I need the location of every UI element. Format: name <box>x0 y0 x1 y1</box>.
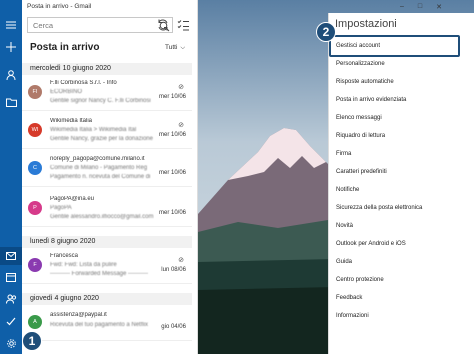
message-item[interactable]: A assistenza@paypal.it Ricevuta del tuo … <box>22 307 192 341</box>
message-subject: Ricevuta del tuo pagamento a Netflix <box>50 322 149 328</box>
folders-icon[interactable] <box>0 93 22 111</box>
settings-item-notifications[interactable]: Notifiche <box>336 187 359 193</box>
settings-item-feedback[interactable]: Feedback <box>336 295 362 301</box>
settings-item-whats-new[interactable]: Novità <box>336 223 353 229</box>
filter-dropdown[interactable]: Tutti ⌵ <box>165 44 185 52</box>
avatar: P <box>28 201 42 215</box>
avatar: WI <box>28 123 42 137</box>
accounts-icon[interactable] <box>0 66 22 84</box>
sync-icon[interactable] <box>156 18 170 32</box>
settings-item-reading-pane[interactable]: Riquadro di lettura <box>336 133 385 139</box>
message-sender: assistenza@paypal.it <box>50 312 107 318</box>
avatar: FI <box>28 85 42 99</box>
settings-item-personalization[interactable]: Personalizzazione <box>336 61 385 67</box>
avatar-initials: FI <box>32 89 38 95</box>
window-controls: – □ ✕ <box>400 0 442 13</box>
message-sender: Wikimedia Italia <box>50 118 93 124</box>
message-date: mer 10/06 <box>158 210 186 216</box>
highlight-box <box>329 35 460 57</box>
settings-item-help[interactable]: Guida <box>336 259 352 265</box>
window-title: Posta in arrivo - Gmail <box>27 3 92 10</box>
chevron-down-icon: ⌵ <box>180 45 185 51</box>
message-date: mer 10/06 <box>158 170 186 176</box>
settings-gear-icon[interactable] <box>0 334 22 352</box>
avatar: A <box>28 315 42 329</box>
maximize-icon[interactable]: □ <box>418 3 422 10</box>
avatar-initials: WI <box>31 127 39 133</box>
message-item[interactable]: F Francesca Fwd: Fwd: Lista da pulire --… <box>22 250 192 284</box>
folder-title: Posta in arrivo <box>30 42 100 53</box>
calendar-icon[interactable] <box>0 268 22 286</box>
navigation-rail <box>0 0 22 354</box>
settings-item-message-list[interactable]: Elenco messaggi <box>336 115 382 121</box>
message-sender: Francesca <box>50 253 79 259</box>
message-date: mer 10/06 <box>158 94 186 100</box>
date-header: mercoledì 10 giugno 2020 <box>22 63 192 75</box>
avatar-initials: A <box>33 319 37 325</box>
attachment-icon: ⊘ <box>178 122 184 129</box>
settings-item-trust-center[interactable]: Centro protezione <box>336 277 384 283</box>
selection-mode-icon[interactable] <box>176 18 190 32</box>
todo-icon[interactable] <box>0 312 22 330</box>
message-date: lun 08/06 <box>161 267 186 273</box>
message-preview: ---------- Forwarded Message ---------- <box>50 271 148 277</box>
message-date: gio 04/06 <box>161 324 186 330</box>
attachment-icon: ⊘ <box>178 257 184 264</box>
settings-item-auto-replies[interactable]: Risposte automatiche <box>336 79 394 85</box>
message-list-pane: Posta in arrivo - Gmail Cerca Posta in a… <box>22 0 219 354</box>
message-date: mer 10/06 <box>158 132 186 138</box>
settings-title: Impostazioni <box>335 18 397 30</box>
hamburger-menu-icon[interactable] <box>0 16 22 34</box>
minimize-icon[interactable]: – <box>400 3 404 10</box>
avatar: F <box>28 258 42 272</box>
date-header: lunedì 8 giugno 2020 <box>22 236 192 248</box>
message-sender: PagoPA@ina.eu <box>50 196 95 202</box>
message-item[interactable]: C noreply_pagopa@comune.milano.it Comune… <box>22 153 192 187</box>
avatar-initials: C <box>33 165 37 171</box>
avatar-initials: F <box>33 262 37 268</box>
settings-item-signature[interactable]: Firma <box>336 151 351 157</box>
avatar-initials: P <box>33 205 37 211</box>
settings-item-outlook-mobile[interactable]: Outlook per Android e iOS <box>336 241 406 247</box>
close-icon[interactable]: ✕ <box>436 3 442 11</box>
callout-badge-1: 1 <box>22 331 42 351</box>
search-input[interactable]: Cerca <box>33 21 53 30</box>
message-item[interactable]: FI F.lli Corbinosa S.r.l. - Info ECORBIN… <box>22 77 192 111</box>
mail-icon[interactable] <box>0 247 22 265</box>
settings-item-email-security[interactable]: Sicurezza della posta elettronica <box>336 205 422 211</box>
avatar: C <box>28 161 42 175</box>
settings-item-focused-inbox[interactable]: Posta in arrivo evidenziata <box>336 97 406 103</box>
callout-badge-2: 2 <box>316 22 336 42</box>
message-subject: Fwd: Fwd: Lista da pulire <box>50 262 117 268</box>
search-box[interactable]: Cerca <box>27 17 173 33</box>
message-sender: F.lli Corbinosa S.r.l. - Info <box>50 80 117 86</box>
message-item[interactable]: P PagoPA@ina.eu PagoPA Gentile alessandr… <box>22 193 192 227</box>
settings-panel: Impostazioni Gestisci account Personaliz… <box>328 13 474 354</box>
filter-label: Tutti <box>165 44 178 51</box>
new-mail-icon[interactable] <box>0 38 22 56</box>
message-sender: noreply_pagopa@comune.milano.it <box>50 156 145 162</box>
date-header: giovedì 4 giugno 2020 <box>22 293 192 305</box>
message-item[interactable]: WI Wikimedia Italia Wikimedia Italia > W… <box>22 115 192 149</box>
people-icon[interactable] <box>0 290 22 308</box>
settings-item-about[interactable]: Informazioni <box>336 313 369 319</box>
settings-item-default-font[interactable]: Caratteri predefiniti <box>336 169 387 175</box>
attachment-icon: ⊘ <box>178 84 184 91</box>
